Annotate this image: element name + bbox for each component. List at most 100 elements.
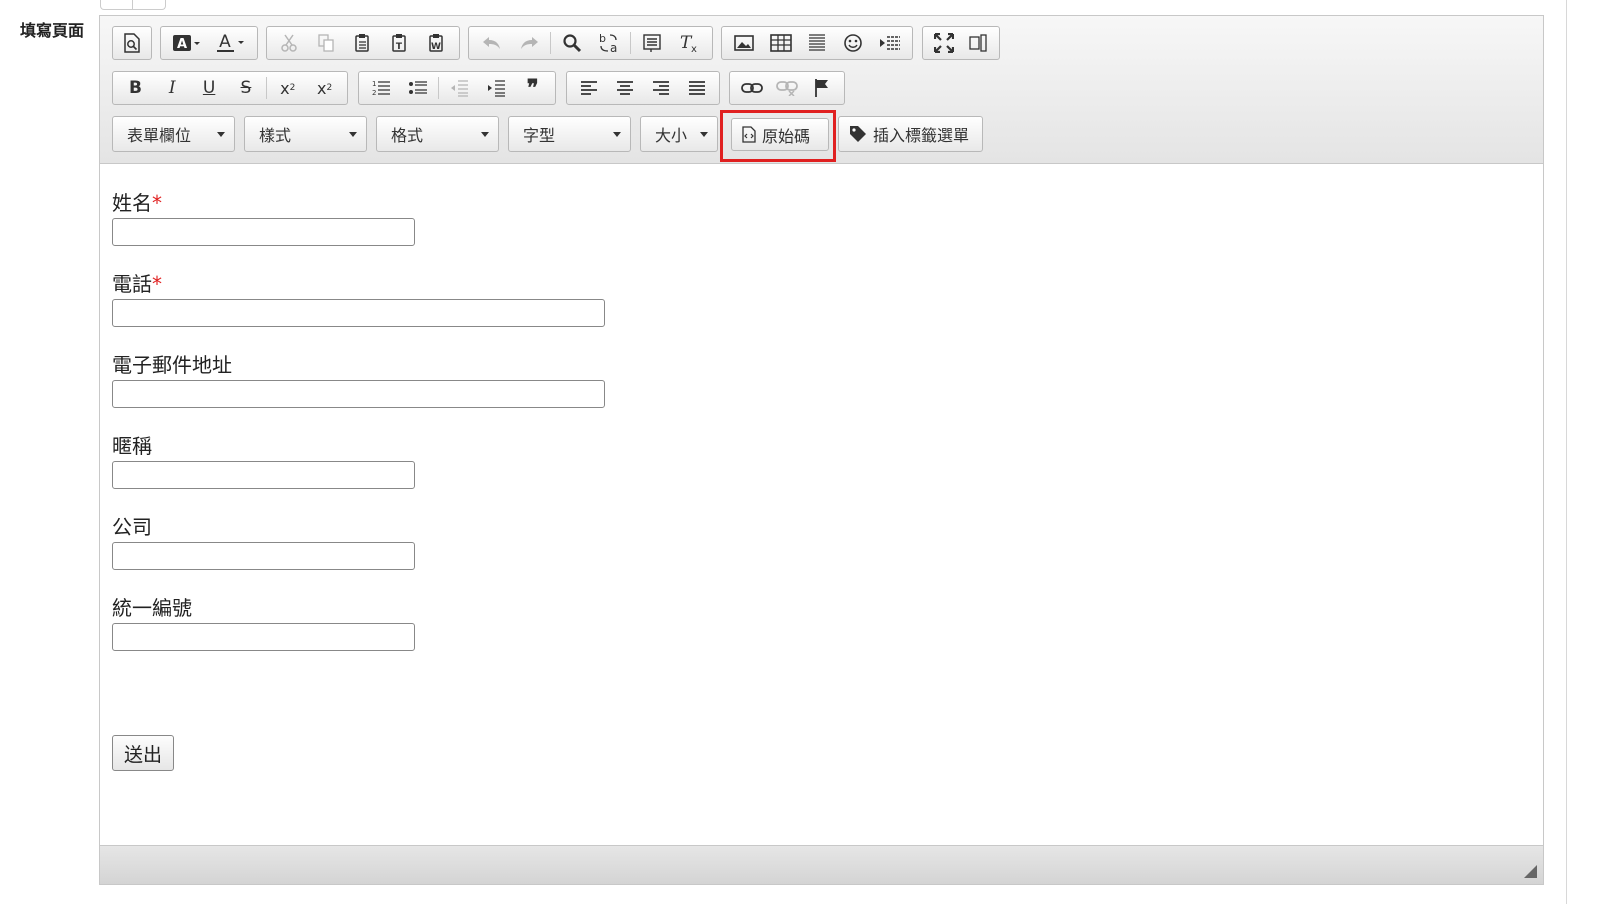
smiley-icon[interactable]	[835, 29, 871, 57]
bold-icon[interactable]: B	[117, 74, 154, 102]
anchor-icon[interactable]	[805, 74, 840, 102]
nickname-input[interactable]	[112, 461, 415, 489]
underline-icon[interactable]: U	[191, 74, 228, 102]
align-right-icon[interactable]	[643, 74, 679, 102]
align-center-icon[interactable]	[607, 74, 643, 102]
toolbar-group-basicstyles: B I U S x2 x2	[112, 71, 348, 105]
field-label: 電話*	[112, 272, 162, 296]
rich-text-editor: A A T W b a T x B I U S x 2 x 2 1 2 ❞ 表單…	[99, 15, 1544, 885]
remove-format-icon[interactable]: Tx	[670, 29, 708, 57]
svg-text:x: x	[691, 44, 697, 53]
chevron-down-icon	[700, 132, 708, 137]
field-label: 姓名*	[112, 191, 162, 215]
field-label: 公司	[112, 515, 152, 539]
styles-dropdown[interactable]: 樣式	[244, 116, 367, 152]
resize-handle-icon[interactable]	[1524, 865, 1537, 878]
email-input[interactable]	[112, 380, 605, 408]
find-icon[interactable]	[553, 29, 591, 57]
form-field-name: 姓名*	[112, 188, 605, 246]
svg-text:a: a	[610, 41, 617, 54]
redo-icon[interactable]	[511, 29, 549, 57]
toolbar-separator	[266, 77, 268, 99]
svg-text:A: A	[177, 37, 187, 52]
form-fields-dropdown-label: 表單欄位	[127, 126, 192, 145]
size-dropdown[interactable]: 大小	[640, 116, 718, 152]
tag-icon	[850, 126, 866, 142]
svg-text:W: W	[431, 42, 441, 52]
replace-icon[interactable]: ba	[590, 29, 628, 57]
page-scroll-edge	[1566, 0, 1567, 904]
unlink-icon[interactable]	[769, 74, 804, 102]
top-tab-stub	[100, 0, 166, 10]
toolbar-separator	[629, 32, 631, 54]
editor-status-bar	[100, 845, 1543, 884]
preview-icon[interactable]	[117, 29, 147, 57]
toolbar-separator	[438, 77, 440, 99]
svg-text:A: A	[219, 32, 231, 52]
required-asterisk: *	[152, 191, 162, 215]
format-dropdown-label: 格式	[391, 126, 424, 145]
size-dropdown-label: 大小	[655, 126, 688, 145]
form-field-tax-id: 統一編號	[112, 593, 605, 651]
show-blocks-icon[interactable]	[961, 29, 995, 57]
select-all-icon[interactable]	[633, 29, 671, 57]
name-input[interactable]	[112, 218, 415, 246]
svg-text:2: 2	[372, 89, 376, 97]
font-dropdown-label: 字型	[523, 126, 556, 145]
numbered-list-icon[interactable]: 12	[363, 74, 400, 102]
image-icon[interactable]	[726, 29, 762, 57]
paste-text-icon[interactable]: T	[381, 29, 418, 57]
submit-button[interactable]: 送出	[112, 735, 174, 771]
toolbar-group-links	[729, 71, 845, 105]
phone-input[interactable]	[112, 299, 605, 327]
align-left-icon[interactable]	[571, 74, 607, 102]
editor-content: 姓名* 電話* 電子郵件地址 暱稱 公司 統一編號	[112, 188, 605, 674]
insert-tag-menu-label: 插入標籤選單	[873, 126, 970, 145]
font-dropdown[interactable]: 字型	[508, 116, 631, 152]
field-label: 統一編號	[112, 596, 192, 620]
toolbar-group-paragraph: 12 ❞	[358, 71, 556, 105]
justify-icon[interactable]	[679, 74, 715, 102]
outdent-icon[interactable]	[441, 74, 478, 102]
text-color-icon[interactable]: A	[165, 29, 209, 57]
paste-icon[interactable]	[345, 29, 382, 57]
toolbar-separator	[550, 32, 551, 54]
maximize-icon[interactable]	[927, 29, 961, 57]
format-dropdown[interactable]: 格式	[376, 116, 499, 152]
page-break-icon[interactable]	[872, 29, 908, 57]
page-label: 填寫頁面	[20, 21, 85, 40]
toolbar-group-document	[112, 26, 152, 60]
insert-tag-menu-button[interactable]: 插入標籤選單	[838, 116, 983, 152]
company-input[interactable]	[112, 542, 415, 570]
required-asterisk: *	[152, 272, 162, 296]
italic-icon[interactable]: I	[154, 74, 191, 102]
form-fields-dropdown[interactable]: 表單欄位	[112, 116, 235, 152]
form-field-company: 公司	[112, 512, 605, 570]
form-field-nickname: 暱稱	[112, 431, 605, 489]
toolbar-group-insert	[721, 26, 913, 60]
link-icon[interactable]	[734, 74, 769, 102]
paste-word-icon[interactable]: W	[418, 29, 455, 57]
strike-icon[interactable]: S	[228, 74, 265, 102]
table-icon[interactable]	[762, 29, 798, 57]
svg-text:T: T	[396, 42, 403, 52]
copy-icon[interactable]	[308, 29, 345, 57]
toolbar-group-view	[922, 26, 1000, 60]
field-label: 暱稱	[112, 434, 152, 458]
tax-id-input[interactable]	[112, 623, 415, 651]
highlight-box	[720, 110, 836, 162]
cut-icon[interactable]	[271, 29, 308, 57]
toolbar-group-clipboard: T W	[266, 26, 460, 60]
blockquote-icon[interactable]: ❞	[514, 74, 551, 102]
indent-icon[interactable]	[478, 74, 515, 102]
horizontal-rule-icon[interactable]	[799, 29, 835, 57]
superscript-icon[interactable]: x2	[306, 74, 343, 102]
subscript-icon[interactable]: x2	[269, 74, 306, 102]
chevron-down-icon	[349, 132, 357, 137]
bulleted-list-icon[interactable]	[400, 74, 437, 102]
field-label: 電子郵件地址	[112, 353, 232, 377]
bg-color-icon[interactable]: A	[209, 29, 253, 57]
chevron-down-icon	[613, 132, 621, 137]
undo-icon[interactable]	[473, 29, 511, 57]
styles-dropdown-label: 樣式	[259, 126, 292, 145]
